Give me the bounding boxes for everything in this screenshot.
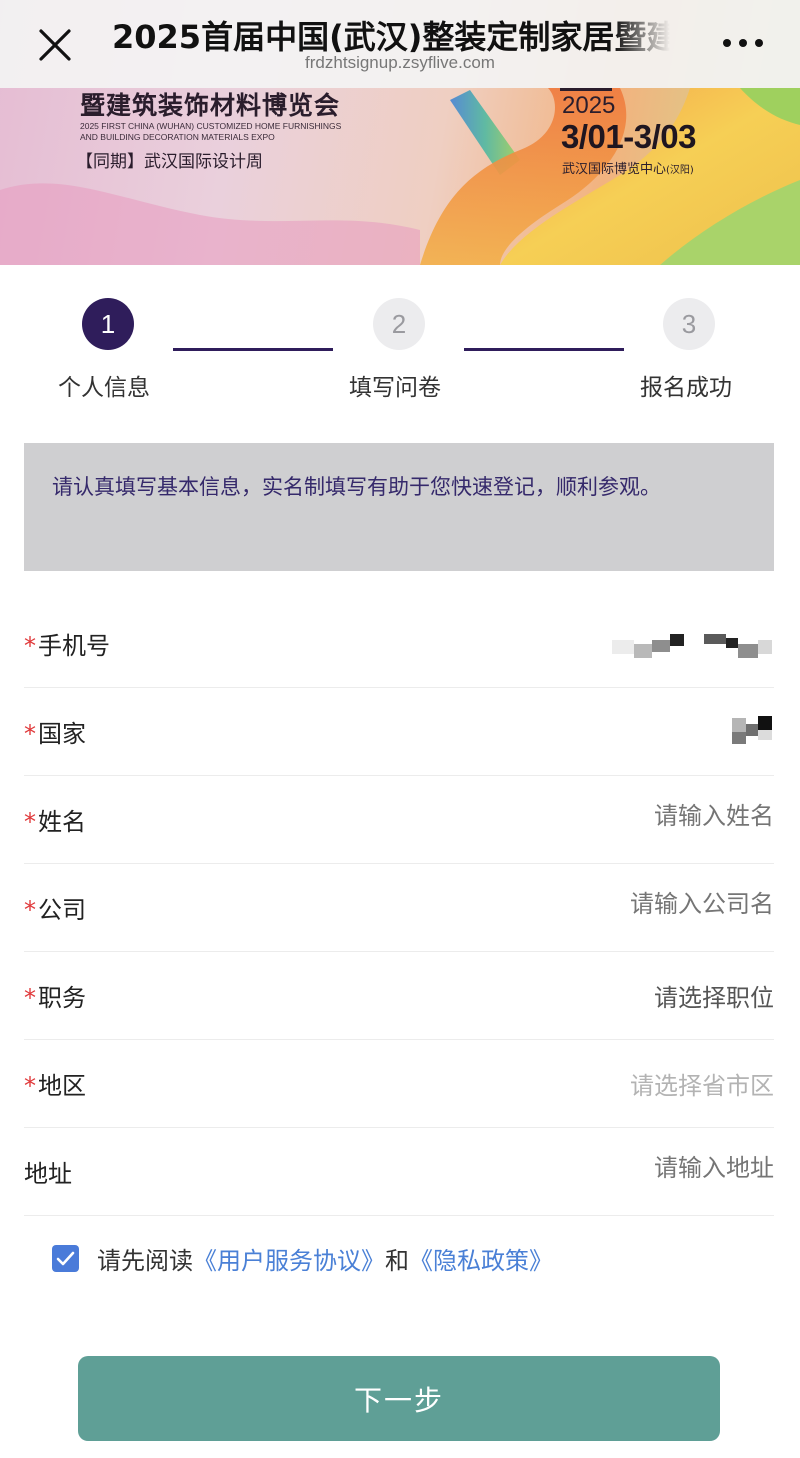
position-label: *职务 [24,978,86,1013]
banner-title: 暨建筑装饰材料博览会 [80,91,341,120]
banner-year: 2025 [562,92,616,119]
phone-label-text: 手机号 [38,632,110,660]
phone-value-masked [612,634,772,658]
page-title: 2025首届中国(武汉)整装定制家居暨建筑装饰材料博览会 [112,18,670,56]
required-mark: * [24,808,36,836]
step-2-label: 填写问卷 [349,375,441,401]
banner-venue: 武汉国际博览中心(汉阳) [562,158,694,177]
next-step-button[interactable]: 下一步 [78,1356,720,1441]
address-field-row[interactable]: 地址 [24,1128,774,1216]
required-mark: * [24,1072,36,1100]
required-mark: * [24,720,36,748]
banner-venue-name: 武汉国际博览中心 [562,162,667,177]
privacy-policy-link[interactable]: 《隐私政策》 [409,1241,553,1276]
region-label: *地区 [24,1066,86,1101]
terms-of-service-link[interactable]: 《用户服务协议》 [193,1241,385,1276]
country-field-row[interactable]: *国家 [24,688,774,776]
browser-top-bar: 2025首届中国(武汉)整装定制家居暨建筑装饰材料博览会 frdzhtsignu… [0,0,800,88]
more-menu-button[interactable] [718,28,768,58]
country-label-text: 国家 [38,720,86,748]
registration-form: *手机号 *国家 *姓名 *公司 *职务 请选择职位 [24,600,774,1216]
step-3-label: 报名成功 [640,375,732,401]
required-mark: * [24,984,36,1012]
required-mark: * [24,632,36,660]
agreement-conjunction: 和 [385,1246,409,1275]
phone-label: *手机号 [24,626,110,661]
address-label: 地址 [24,1160,72,1188]
step-connector-2 [464,348,624,351]
company-input[interactable] [414,890,774,918]
address-input[interactable] [414,1154,774,1182]
agreement-prefix: 请先阅读 [97,1246,193,1275]
position-field-row[interactable]: *职务 请选择职位 [24,952,774,1040]
required-mark: * [24,896,36,924]
info-notice: 请认真填写基本信息，实名制填写有助于您快速登记，顺利参观。 [24,443,774,571]
page-url: frdzhtsignup.zsyflive.com [305,53,495,72]
step-3-indicator: 3 [663,298,715,350]
agreement-checkbox[interactable] [52,1244,79,1272]
position-select[interactable]: 请选择职位 [414,978,774,1013]
company-field-row[interactable]: *公司 [24,864,774,952]
country-label: *国家 [24,714,86,749]
step-1-label: 个人信息 [58,375,150,401]
country-value-masked [732,716,772,744]
region-select[interactable]: 请选择省市区 [414,1066,774,1101]
banner-venue-note: (汉阳) [666,165,694,176]
name-label: *姓名 [24,802,86,837]
banner-title-en-line2: AND BUILDING DECORATION MATERIALS EXPO [80,132,275,142]
company-label: *公司 [24,890,86,925]
name-label-text: 姓名 [38,808,86,836]
position-label-text: 职务 [38,984,86,1012]
step-2-indicator: 2 [373,298,425,350]
agreement-row: 请先阅读 《用户服务协议》 和 《隐私政策》 [52,1240,553,1276]
progress-steps: 1 2 3 个人信息 填写问卷 报名成功 [0,290,800,410]
banner-title-en: 2025 FIRST CHINA (WUHAN) CUSTOMIZED HOME… [80,121,380,143]
more-dots-icon [723,39,763,47]
banner-dates: 3/01-3/03 [561,118,696,155]
region-field-row[interactable]: *地区 请选择省市区 [24,1040,774,1128]
banner-title-en-line1: 2025 FIRST CHINA (WUHAN) CUSTOMIZED HOME… [80,121,342,131]
name-field-row[interactable]: *姓名 [24,776,774,864]
step-connector-1 [173,348,333,351]
company-label-text: 公司 [38,896,86,924]
banner-subtitle: 【同期】武汉国际设计周 [76,152,263,172]
phone-field-row[interactable]: *手机号 [24,600,774,688]
region-label-text: 地区 [38,1072,86,1100]
step-1-indicator: 1 [82,298,134,350]
checkmark-icon [56,1251,75,1265]
name-input[interactable] [414,802,774,830]
